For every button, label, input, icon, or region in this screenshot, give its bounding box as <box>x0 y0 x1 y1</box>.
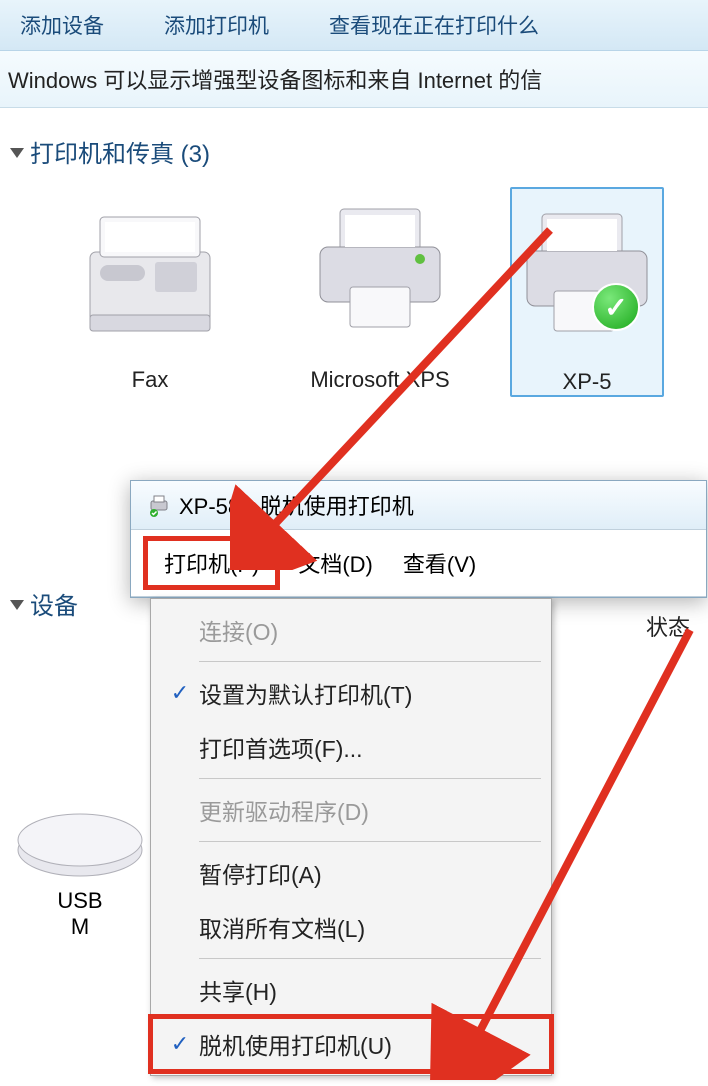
printer-icon: ✓ <box>522 189 652 359</box>
menu-view[interactable]: 查看(V) <box>391 543 488 583</box>
check-icon: ✓ <box>161 1031 199 1057</box>
menu-pause[interactable]: 暂停打印(A) <box>151 846 551 900</box>
dialog-title-text: XP-58 - 脱机使用打印机 <box>179 489 414 521</box>
device-msxps[interactable]: Microsoft XPS <box>280 187 480 397</box>
print-queue-dialog: XP-58 - 脱机使用打印机 打印机(P) 文档(D) 查看(V) <box>130 480 707 598</box>
device-label: USB <box>10 888 150 914</box>
menu-printer[interactable]: 打印机(P) <box>143 536 280 590</box>
device-label: Microsoft XPS <box>280 367 480 393</box>
add-device-link[interactable]: 添加设备 <box>20 10 104 40</box>
category-title: 打印机和传真 (3) <box>30 134 210 169</box>
content-area: 打印机和传真 (3) Fax <box>0 108 708 415</box>
view-printing-link[interactable]: 查看现在正在打印什么 <box>329 10 539 40</box>
menu-update-driver: 更新驱动程序(D) <box>151 783 551 837</box>
device-grid: Fax Microsoft XPS <box>50 187 698 397</box>
category-printers[interactable]: 打印机和传真 (3) <box>10 134 698 169</box>
menu-cancel-all[interactable]: 取消所有文档(L) <box>151 900 551 954</box>
fax-icon <box>65 187 235 357</box>
device-label: Fax <box>50 367 250 393</box>
info-bar: Windows 可以显示增强型设备图标和来自 Internet 的信 <box>0 51 708 108</box>
device-label: XP-5 <box>512 369 662 395</box>
chevron-down-icon <box>10 600 24 610</box>
default-check-icon: ✓ <box>592 283 640 331</box>
device-generic-icon <box>10 770 150 880</box>
printer-icon <box>295 187 465 357</box>
printer-menu-dropdown: 连接(O) ✓设置为默认打印机(T) 打印首选项(F)... 更新驱动程序(D)… <box>150 598 552 1076</box>
printer-small-icon <box>147 493 171 517</box>
category-devices[interactable]: 设备 <box>10 586 78 621</box>
menu-use-offline[interactable]: ✓脱机使用打印机(U) <box>151 1017 551 1071</box>
chevron-down-icon <box>10 148 24 158</box>
dialog-title-bar: XP-58 - 脱机使用打印机 <box>131 481 706 530</box>
column-header-status[interactable]: 状态 <box>646 610 690 642</box>
menu-preferences[interactable]: 打印首选项(F)... <box>151 720 551 774</box>
device-label: M <box>10 914 150 940</box>
dialog-menubar: 打印机(P) 文档(D) 查看(V) <box>131 530 706 597</box>
check-icon: ✓ <box>161 680 199 706</box>
device-usb[interactable]: USB M <box>10 770 150 940</box>
device-fax[interactable]: Fax <box>50 187 250 397</box>
category-title: 设备 <box>30 586 78 621</box>
toolbar: 添加设备 添加打印机 查看现在正在打印什么 <box>0 0 708 51</box>
menu-document[interactable]: 文档(D) <box>286 543 385 583</box>
menu-set-default[interactable]: ✓设置为默认打印机(T) <box>151 666 551 720</box>
add-printer-link[interactable]: 添加打印机 <box>164 10 269 40</box>
menu-connect: 连接(O) <box>151 603 551 657</box>
device-xp58[interactable]: ✓ XP-5 <box>510 187 664 397</box>
menu-sharing[interactable]: 共享(H) <box>151 963 551 1017</box>
